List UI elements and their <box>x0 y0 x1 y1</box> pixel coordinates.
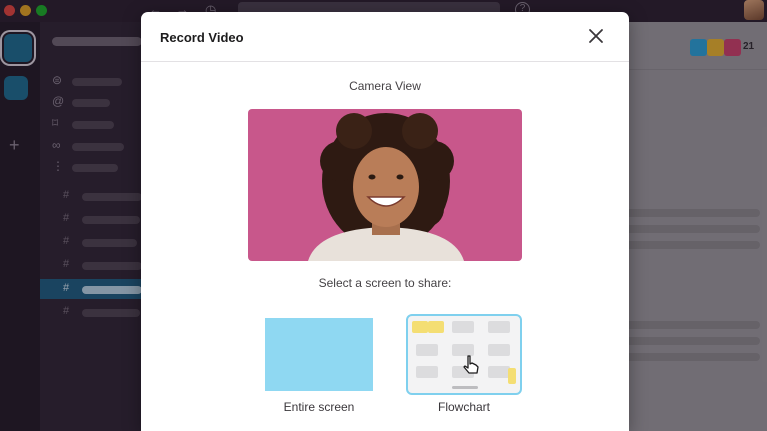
flowchart-sticky-note <box>412 321 428 333</box>
share-option-entire-screen[interactable]: Entire screen <box>261 312 377 431</box>
flowchart-node <box>416 366 438 378</box>
entire-screen-thumbnail <box>265 318 373 391</box>
share-option-label: Flowchart <box>437 400 490 414</box>
close-icon <box>589 29 603 43</box>
flowchart-sticky-note <box>428 321 444 333</box>
modal-header: Record Video <box>141 12 629 62</box>
share-option-flowchart[interactable]: Flowchart <box>406 312 522 431</box>
record-video-modal: Record Video Camera View Select a screen… <box>141 12 629 431</box>
flowchart-node <box>488 321 510 333</box>
flowchart-node <box>452 321 474 333</box>
camera-preview <box>248 109 522 261</box>
flowchart-thumbnail <box>406 314 522 395</box>
flowchart-node <box>488 366 510 378</box>
flowchart-node <box>416 344 438 356</box>
close-button[interactable] <box>585 25 607 47</box>
flowchart-sticky-note <box>508 368 516 384</box>
share-option-label: Entire screen <box>283 400 355 414</box>
modal-title: Record Video <box>160 30 244 45</box>
hand-cursor-icon <box>463 355 479 374</box>
flowchart-scrollbar <box>452 386 478 389</box>
person-video-feed <box>308 113 464 261</box>
flowchart-node <box>488 344 510 356</box>
share-prompt: Select a screen to share: <box>318 276 452 290</box>
camera-view-label: Camera View <box>349 79 421 93</box>
